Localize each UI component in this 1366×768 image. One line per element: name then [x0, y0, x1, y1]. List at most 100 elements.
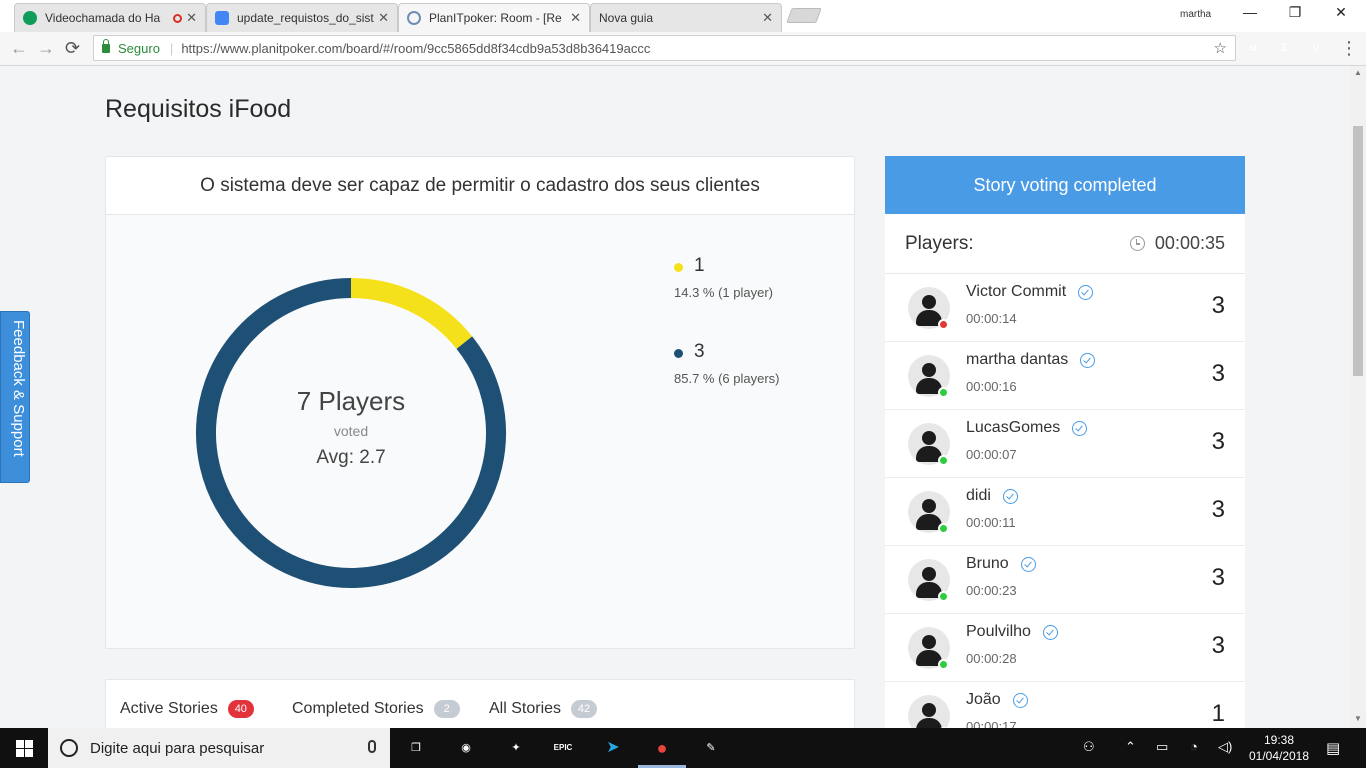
windows-taskbar: Digite aqui para pesquisar ❐ ◉ ✦ EPIC ➤ ● ✎ ⚇ … — [0, 728, 1366, 768]
player-vote-time: 00:00:07 — [966, 447, 1017, 462]
voted-label: voted — [333, 423, 369, 439]
cortana-icon — [60, 739, 78, 757]
voting-status-banner: Story voting completed — [885, 156, 1245, 214]
online-status-dot — [938, 591, 949, 602]
new-tab-button[interactable] — [786, 8, 822, 23]
player-vote-time: 00:00:11 — [966, 515, 1016, 530]
back-icon[interactable]: ← — [10, 38, 28, 59]
browser-tab-planitpoker[interactable]: PlanITpoker: Room - [Re ✕ — [398, 3, 590, 32]
online-status-dot — [938, 455, 949, 466]
player-vote-time: 00:00:16 — [966, 379, 1017, 394]
maximize-icon[interactable]: ❐ — [1280, 4, 1310, 21]
tab-active-stories[interactable]: Active Stories 40 — [120, 700, 254, 718]
player-name-text: martha dantas — [966, 351, 1069, 368]
timer-value: 00:00:35 — [1154, 233, 1225, 253]
browser-tab-strip: Videochamada do Ha ✕ update_requistos_do… — [0, 0, 1366, 32]
player-vote-value: 3 — [1211, 564, 1225, 591]
scrollbar-thumb[interactable] — [1353, 126, 1363, 376]
tab-title: Videochamada do Ha — [45, 11, 161, 25]
clock-date: 01/04/2018 — [1248, 749, 1310, 763]
player-name-text: didi — [966, 487, 991, 504]
loading-icon — [407, 11, 421, 25]
close-tab-icon[interactable]: ✕ — [762, 10, 773, 26]
players-count: 7 Players — [296, 386, 406, 416]
legend-dot — [674, 349, 683, 358]
player-vote-value: 3 — [1211, 428, 1225, 455]
close-tab-icon[interactable]: ✕ — [378, 10, 389, 26]
task-view-icon[interactable]: ❐ — [405, 738, 427, 758]
tray-expand-icon[interactable]: ⌃ — [1125, 739, 1136, 755]
player-vote-time: 00:00:14 — [966, 311, 1017, 326]
browser-menu-icon[interactable]: ⋮ — [1340, 38, 1358, 59]
windows-start-icon[interactable] — [16, 740, 33, 757]
browser-tab-docs[interactable]: update_requistos_do_sist ✕ — [206, 3, 398, 32]
voted-check-icon — [1020, 556, 1036, 572]
battery-icon[interactable]: ▭ — [1156, 739, 1168, 755]
browser-tab-new[interactable]: Nova guia ✕ — [590, 3, 782, 32]
player-vote-time: 00:00:23 — [966, 583, 1017, 598]
tab-title: update_requistos_do_sist — [237, 11, 374, 25]
volume-icon[interactable]: ◁) — [1218, 739, 1232, 755]
forward-icon[interactable]: → — [37, 38, 55, 59]
browser-toolbar: ← → ⟳ Seguro | https://www.planitpoker.c… — [0, 32, 1366, 66]
close-tab-icon[interactable]: ✕ — [570, 10, 581, 26]
players-panel: Players: 00:00:35 Victor Commit 00:00:14 3… — [885, 214, 1245, 728]
legend-label: 1 — [694, 255, 705, 276]
scroll-up-icon[interactable]: ▲ — [1354, 68, 1362, 77]
taskbar-clock[interactable]: 19:38 01/04/2018 — [1244, 732, 1314, 764]
donut-center: 7 Players voted Avg: 2.7 — [191, 273, 511, 593]
chrome-icon[interactable]: ● — [651, 738, 673, 758]
search-placeholder: Digite aqui para pesquisar — [90, 739, 265, 757]
online-status-dot — [938, 659, 949, 670]
taskbar-search[interactable]: Digite aqui para pesquisar — [48, 728, 390, 768]
player-name-text: Bruno — [966, 555, 1009, 572]
player-vote-value: 3 — [1211, 292, 1225, 319]
tab-all-stories[interactable]: All Stories 42 — [489, 700, 598, 718]
address-bar[interactable]: Seguro | https://www.planitpoker.com/boa… — [93, 35, 1236, 61]
browser-tab-hangouts[interactable]: Videochamada do Ha ✕ — [14, 3, 206, 32]
minimize-icon[interactable]: — — [1235, 4, 1265, 20]
player-row: didi 00:00:11 3 — [885, 478, 1245, 546]
people-icon[interactable]: ⚇ — [1083, 739, 1095, 755]
feedback-label: Feedback & Support — [10, 320, 27, 457]
player-name: João — [966, 691, 1028, 709]
page-scrollbar[interactable]: ▲ ▼ — [1350, 66, 1366, 728]
player-list: Victor Commit 00:00:14 3 martha dantas 00:00… — [885, 274, 1245, 728]
player-row: Poulvilho 00:00:28 3 — [885, 614, 1245, 682]
notifications-icon[interactable]: ▤ — [1326, 739, 1340, 757]
online-status-dot — [938, 319, 949, 330]
tab-completed-stories[interactable]: Completed Stories 2 — [292, 700, 460, 718]
microphone-icon[interactable] — [368, 740, 376, 753]
extension-icon[interactable]: ⚲ — [1308, 40, 1324, 56]
player-name-text: Victor Commit — [966, 283, 1067, 300]
profile-name[interactable]: martha — [1180, 9, 1211, 20]
close-tab-icon[interactable]: ✕ — [186, 10, 197, 26]
omnibox-divider: | — [169, 40, 174, 56]
player-vote-value: 3 — [1211, 632, 1225, 659]
voted-check-icon — [1042, 624, 1058, 640]
battlenet-icon[interactable]: ✦ — [505, 738, 527, 758]
player-name: LucasGomes — [966, 419, 1088, 437]
url-text[interactable]: https://www.planitpoker.com/board/#/room… — [181, 41, 650, 56]
wifi-icon[interactable]: ◔ — [1190, 739, 1198, 754]
feedback-support-button[interactable]: Feedback & Support — [0, 311, 30, 483]
tab-label: All Stories — [489, 700, 562, 717]
bookmark-star-icon[interactable]: ☆ — [1214, 39, 1227, 57]
count-badge: 40 — [227, 700, 254, 718]
voted-check-icon — [1002, 488, 1018, 504]
online-status-dot — [938, 387, 949, 398]
ublock-extension-icon[interactable]: u — [1245, 40, 1261, 56]
scroll-down-icon[interactable]: ▼ — [1354, 714, 1362, 723]
telegram-icon[interactable]: ➤ — [602, 738, 624, 758]
reload-icon[interactable]: ⟳ — [65, 38, 80, 59]
player-row: Bruno 00:00:23 3 — [885, 546, 1245, 614]
player-row: LucasGomes 00:00:07 3 — [885, 410, 1245, 478]
zotero-extension-icon[interactable]: Z — [1276, 40, 1292, 56]
close-window-icon[interactable]: ✕ — [1326, 4, 1356, 21]
player-name-text: LucasGomes — [966, 419, 1061, 436]
epic-games-icon[interactable]: EPIC — [552, 738, 574, 758]
player-name: Poulvilho — [966, 623, 1058, 641]
steam-icon[interactable]: ◉ — [455, 738, 477, 758]
player-row: João 00:00:17 1 — [885, 682, 1245, 728]
paint-icon[interactable]: ✎ — [700, 738, 722, 758]
